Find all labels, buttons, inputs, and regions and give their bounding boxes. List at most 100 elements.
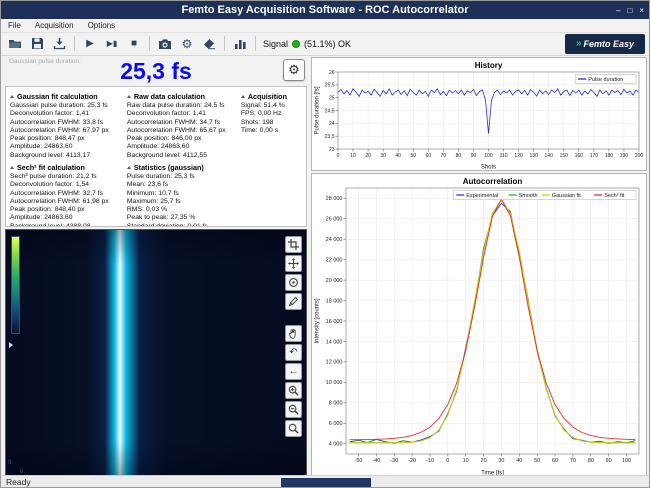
back-arrow-icon: ← bbox=[289, 367, 299, 377]
svg-text:23: 23 bbox=[329, 147, 335, 153]
svg-text:130: 130 bbox=[530, 153, 539, 159]
stat-row: Peak position:848,40 px bbox=[10, 206, 124, 214]
stat-row: Gaussian pulse duration:25,3 fs bbox=[10, 102, 124, 110]
window-control-button[interactable]: – bbox=[616, 6, 620, 15]
svg-text:90: 90 bbox=[471, 153, 477, 159]
undo-button[interactable]: ↶ bbox=[285, 344, 302, 361]
camera-toolbar-top bbox=[285, 236, 302, 310]
camera-view[interactable]: 0 0 ↶ ← bbox=[5, 229, 307, 477]
zoom-out-button[interactable] bbox=[285, 401, 302, 418]
svg-text:-50: -50 bbox=[355, 458, 363, 464]
svg-text:180: 180 bbox=[605, 153, 614, 159]
window-control-button[interactable]: □ bbox=[627, 6, 632, 15]
chart-view-button[interactable] bbox=[230, 34, 250, 54]
svg-text:70: 70 bbox=[570, 458, 576, 464]
stat-row: Peak position:848,47 px bbox=[10, 135, 124, 143]
export-button[interactable] bbox=[49, 34, 69, 54]
stop-button[interactable]: ■ bbox=[124, 34, 144, 54]
svg-text:50: 50 bbox=[534, 458, 540, 464]
stat-row: Shots:198 bbox=[241, 119, 307, 127]
titlebar[interactable]: Femto Easy Acquisition Software - ROC Au… bbox=[1, 1, 649, 19]
stat-row: Peak position:846,00 px bbox=[127, 135, 238, 143]
camera-toolbar-bottom: ↶ ← bbox=[285, 325, 302, 437]
svg-text:160: 160 bbox=[575, 153, 584, 159]
svg-text:20 000: 20 000 bbox=[326, 278, 343, 284]
svg-text:16 000: 16 000 bbox=[326, 319, 343, 325]
readout-caption: Gaussian pulse duration: bbox=[9, 58, 81, 65]
open-button[interactable] bbox=[5, 34, 25, 54]
svg-text:100: 100 bbox=[484, 153, 493, 159]
move-button[interactable] bbox=[285, 255, 302, 272]
section-header[interactable]: Gaussian fit calculation bbox=[10, 92, 124, 101]
svg-text:-30: -30 bbox=[390, 458, 398, 464]
toolbar-separator bbox=[74, 36, 75, 51]
section-header[interactable]: Acquisition bbox=[241, 92, 307, 101]
stat-row: Raw data pulse duration:24,5 fs bbox=[127, 102, 238, 110]
floppy-icon bbox=[31, 37, 44, 50]
settings-button[interactable]: ⚙ bbox=[177, 34, 197, 54]
stat-row: Autocorrelation FWHM:67,97 px bbox=[10, 127, 124, 135]
brush-icon bbox=[288, 296, 299, 307]
eraser-icon bbox=[203, 38, 216, 50]
section-header[interactable]: Statistics (gaussian) bbox=[127, 163, 238, 172]
back-button[interactable]: ← bbox=[285, 363, 302, 380]
svg-text:200: 200 bbox=[635, 153, 644, 159]
clear-button[interactable] bbox=[199, 34, 219, 54]
svg-text:26 000: 26 000 bbox=[326, 217, 343, 223]
menu-item[interactable]: Options bbox=[81, 19, 123, 32]
svg-text:-10: -10 bbox=[426, 458, 434, 464]
beam-shading bbox=[6, 230, 306, 476]
logo-chevrons-icon: » bbox=[576, 38, 581, 49]
stop-icon: ■ bbox=[131, 39, 137, 49]
svg-text:24 000: 24 000 bbox=[326, 237, 343, 243]
step-forward-icon: ▶▮ bbox=[107, 40, 118, 48]
search-icon bbox=[288, 423, 299, 434]
taskbar-peek[interactable] bbox=[281, 478, 371, 487]
stat-row: Autocorrelation FWHM:65,67 px bbox=[127, 127, 238, 135]
section-header[interactable]: Sech² fit calculation bbox=[10, 163, 124, 172]
svg-text:20: 20 bbox=[365, 153, 371, 159]
target-button[interactable] bbox=[285, 274, 302, 291]
window-control-button[interactable]: × bbox=[639, 6, 644, 15]
stat-row: Sech² pulse duration:21,2 fs bbox=[10, 173, 124, 181]
svg-text:50: 50 bbox=[411, 153, 417, 159]
camera-button[interactable] bbox=[155, 34, 175, 54]
pan-button[interactable] bbox=[285, 325, 302, 342]
gear-icon: ⚙ bbox=[182, 38, 193, 50]
display-settings-button[interactable]: ⚙ bbox=[283, 59, 305, 81]
window-title: Femto Easy Acquisition Software - ROC Au… bbox=[181, 4, 468, 16]
step-forward-button[interactable]: ▶▮ bbox=[102, 34, 122, 54]
svg-text:23,5: 23,5 bbox=[325, 134, 335, 140]
crop-button[interactable] bbox=[285, 236, 302, 253]
zoom-out-icon bbox=[288, 404, 299, 415]
app-window: Femto Easy Acquisition Software - ROC Au… bbox=[0, 0, 650, 488]
svg-text:26: 26 bbox=[329, 70, 335, 76]
svg-text:110: 110 bbox=[500, 153, 508, 159]
svg-text:Shots: Shots bbox=[481, 165, 496, 171]
play-button[interactable]: ▶ bbox=[80, 34, 100, 54]
zoom-in-button[interactable] bbox=[285, 382, 302, 399]
menu-items: FileAcquisitionOptions bbox=[1, 19, 122, 32]
stat-row: Autocorrelation FWHM:61,98 px bbox=[10, 198, 124, 206]
camera-icon bbox=[158, 38, 172, 50]
stat-row: FPS:0,00 Hz bbox=[241, 110, 307, 118]
svg-text:12 000: 12 000 bbox=[326, 360, 343, 366]
svg-text:170: 170 bbox=[590, 153, 599, 159]
svg-text:14 000: 14 000 bbox=[326, 339, 343, 345]
zoom-fit-button[interactable] bbox=[285, 420, 302, 437]
crop-icon bbox=[288, 239, 299, 250]
menu-item[interactable]: File bbox=[1, 19, 28, 32]
colorbar-handle-icon[interactable] bbox=[9, 342, 13, 348]
brush-button[interactable] bbox=[285, 293, 302, 310]
section-title-text: Acquisition bbox=[248, 92, 287, 101]
svg-text:80: 80 bbox=[456, 153, 462, 159]
section-header[interactable]: Raw data calculation bbox=[127, 92, 238, 101]
menu-item[interactable]: Acquisition bbox=[28, 19, 81, 32]
svg-text:90: 90 bbox=[606, 458, 612, 464]
section-gaussian-fit: Gaussian fit calculation Gaussian pulse … bbox=[10, 89, 124, 160]
svg-text:0: 0 bbox=[446, 458, 449, 464]
save-button[interactable] bbox=[27, 34, 47, 54]
move-icon bbox=[288, 258, 299, 269]
svg-text:10: 10 bbox=[463, 458, 469, 464]
svg-text:-40: -40 bbox=[372, 458, 380, 464]
